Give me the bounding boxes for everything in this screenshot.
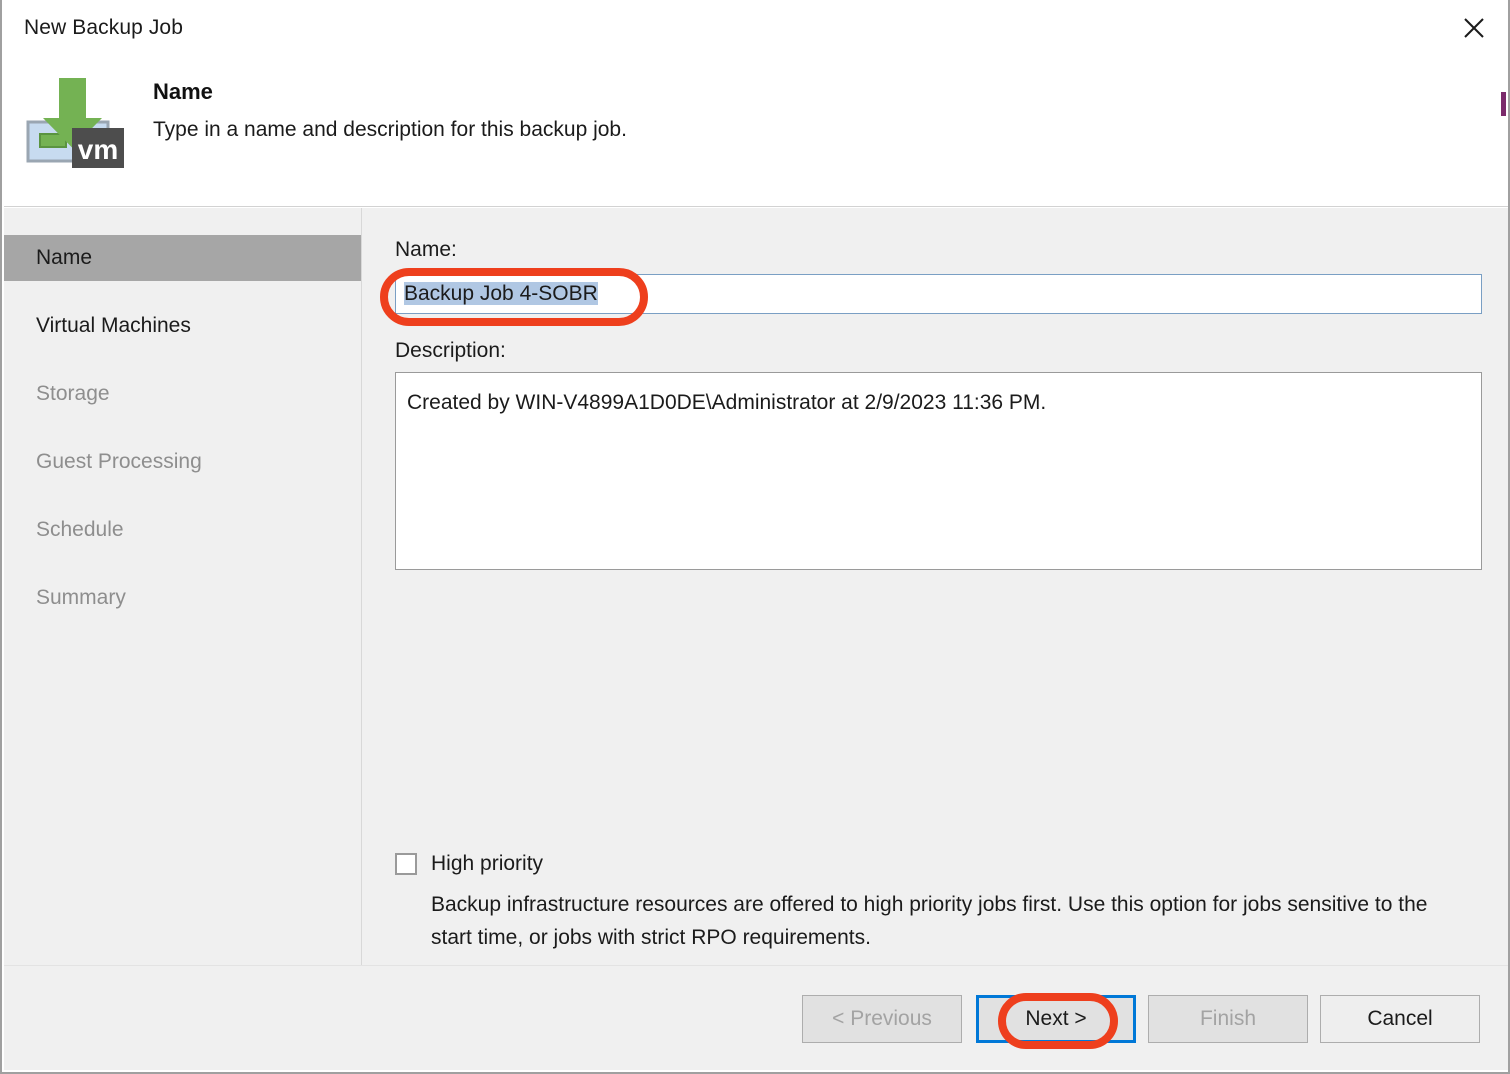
name-input-value: Backup Job 4-SOBR [404, 282, 598, 305]
previous-button[interactable]: < Previous [802, 995, 962, 1043]
dialog-footer: < Previous Next > Finish Cancel [4, 965, 1508, 1070]
finish-button[interactable]: Finish [1148, 995, 1308, 1043]
sidebar-item-label: Schedule [36, 518, 124, 541]
sidebar-item-label: Storage [36, 382, 110, 405]
high-priority-checkbox[interactable] [395, 853, 417, 875]
sidebar-item-label: Guest Processing [36, 450, 202, 473]
dialog-titlebar: New Backup Job [2, 0, 1508, 58]
dialog-title: New Backup Job [24, 16, 183, 39]
high-priority-label: High priority [431, 852, 544, 875]
name-field-label: Name: [395, 238, 457, 261]
cancel-button[interactable]: Cancel [1320, 995, 1480, 1043]
high-priority-row[interactable]: High priority [395, 849, 543, 879]
edge-artifact [1501, 92, 1506, 116]
sidebar-item-virtual-machines[interactable]: Virtual Machines [4, 303, 361, 349]
finish-button-label: Finish [1199, 1007, 1257, 1030]
sidebar-item-name[interactable]: Name [4, 235, 361, 281]
next-button-label: Next > [1025, 1007, 1087, 1030]
header-title: Name [153, 79, 213, 104]
name-input[interactable]: Backup Job 4-SOBR [395, 274, 1482, 314]
next-button[interactable]: Next > [976, 995, 1136, 1043]
sidebar-item-guest-processing[interactable]: Guest Processing [4, 439, 361, 485]
sidebar-item-label: Virtual Machines [36, 314, 191, 337]
previous-button-label: < Previous [832, 1007, 932, 1030]
description-field-label: Description: [395, 339, 506, 362]
wizard-content-pane: Name: Backup Job 4-SOBR Description: Cre… [364, 208, 1508, 965]
close-icon[interactable] [1452, 8, 1496, 48]
sidebar-item-storage[interactable]: Storage [4, 371, 361, 417]
dialog-body: Name Virtual Machines Storage Guest Proc… [4, 208, 1508, 965]
cancel-button-label: Cancel [1367, 1007, 1433, 1030]
svg-text:vm: vm [78, 134, 118, 165]
high-priority-help-text: Backup infrastructure resources are offe… [431, 893, 1428, 949]
backup-job-vm-icon: vm [18, 66, 128, 176]
dialog-header: vm Name Type in a name and description f… [4, 58, 1508, 207]
description-input-value: Created by WIN-V4899A1D0DE\Administrator… [407, 391, 1047, 414]
sidebar-item-schedule[interactable]: Schedule [4, 507, 361, 553]
description-input[interactable]: Created by WIN-V4899A1D0DE\Administrator… [395, 372, 1482, 570]
sidebar-item-label: Summary [36, 586, 126, 609]
sidebar-item-summary[interactable]: Summary [4, 575, 361, 621]
wizard-step-sidebar: Name Virtual Machines Storage Guest Proc… [4, 208, 362, 965]
sidebar-item-label: Name [36, 246, 93, 269]
header-subtitle: Type in a name and description for this … [153, 118, 627, 141]
new-backup-job-dialog: New Backup Job vm Name Type in a name an… [0, 0, 1510, 1074]
